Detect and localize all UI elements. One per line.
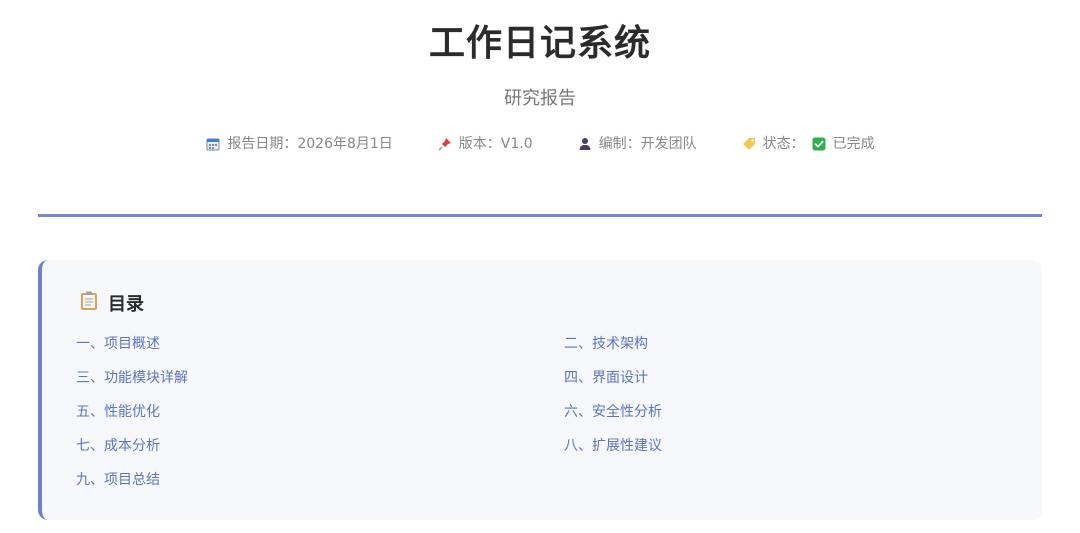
toc-item-ui-design[interactable]: 四、界面设计 [564, 368, 1036, 388]
table-of-contents: 目录 一、项目概述 二、技术架构 三、功能模块详解 四、界面设计 五、性能优化 … [38, 260, 1042, 520]
header-divider [38, 214, 1042, 217]
meta-author: 编制：开发团队 [577, 134, 697, 154]
toc-item-extensibility[interactable]: 八、扩展性建议 [564, 436, 1036, 456]
toc-item-modules[interactable]: 三、功能模块详解 [76, 368, 564, 388]
toc-item-security[interactable]: 六、安全性分析 [564, 402, 1036, 422]
pushpin-icon [437, 136, 453, 152]
page-subtitle: 研究报告 [504, 88, 576, 109]
person-icon [577, 136, 593, 152]
meta-status: 状态： 已完成 [741, 134, 875, 154]
toc-list: 一、项目概述 二、技术架构 三、功能模块详解 四、界面设计 五、性能优化 六、安… [76, 334, 1036, 490]
toc-header: 目录 [80, 290, 144, 316]
toc-item-overview[interactable]: 一、项目概述 [76, 334, 564, 354]
toc-title: 目录 [108, 294, 144, 315]
calendar-icon [205, 136, 221, 152]
check-icon [811, 136, 827, 152]
page-title: 工作日记系统 [428, 23, 651, 64]
meta-version-text: 版本：V1.0 [458, 136, 533, 152]
meta-status-label: 状态： [762, 136, 805, 152]
report-meta: 报告日期：2026年8月1日 版本：V1.0 编制：开发团队 状态： 已完成 [0, 134, 1080, 154]
toc-item-summary[interactable]: 九、项目总结 [76, 470, 564, 490]
toc-item-cost[interactable]: 七、成本分析 [76, 436, 564, 456]
tag-icon [741, 136, 757, 152]
report-header: 工作日记系统 研究报告 报告日期：2026年8月1日 版本：V1.0 编制：开发… [0, 0, 1080, 154]
toc-item-architecture[interactable]: 二、技术架构 [564, 334, 1036, 354]
meta-version: 版本：V1.0 [437, 134, 533, 154]
report-page: 工作日记系统 研究报告 报告日期：2026年8月1日 版本：V1.0 编制：开发… [0, 0, 1080, 533]
meta-report-date: 报告日期：2026年8月1日 [205, 134, 393, 154]
clipboard-icon [80, 291, 98, 315]
meta-author-text: 编制：开发团队 [598, 136, 697, 152]
toc-item-performance[interactable]: 五、性能优化 [76, 402, 564, 422]
meta-report-date-text: 报告日期：2026年8月1日 [227, 136, 393, 152]
meta-status-text: 已完成 [832, 136, 875, 152]
